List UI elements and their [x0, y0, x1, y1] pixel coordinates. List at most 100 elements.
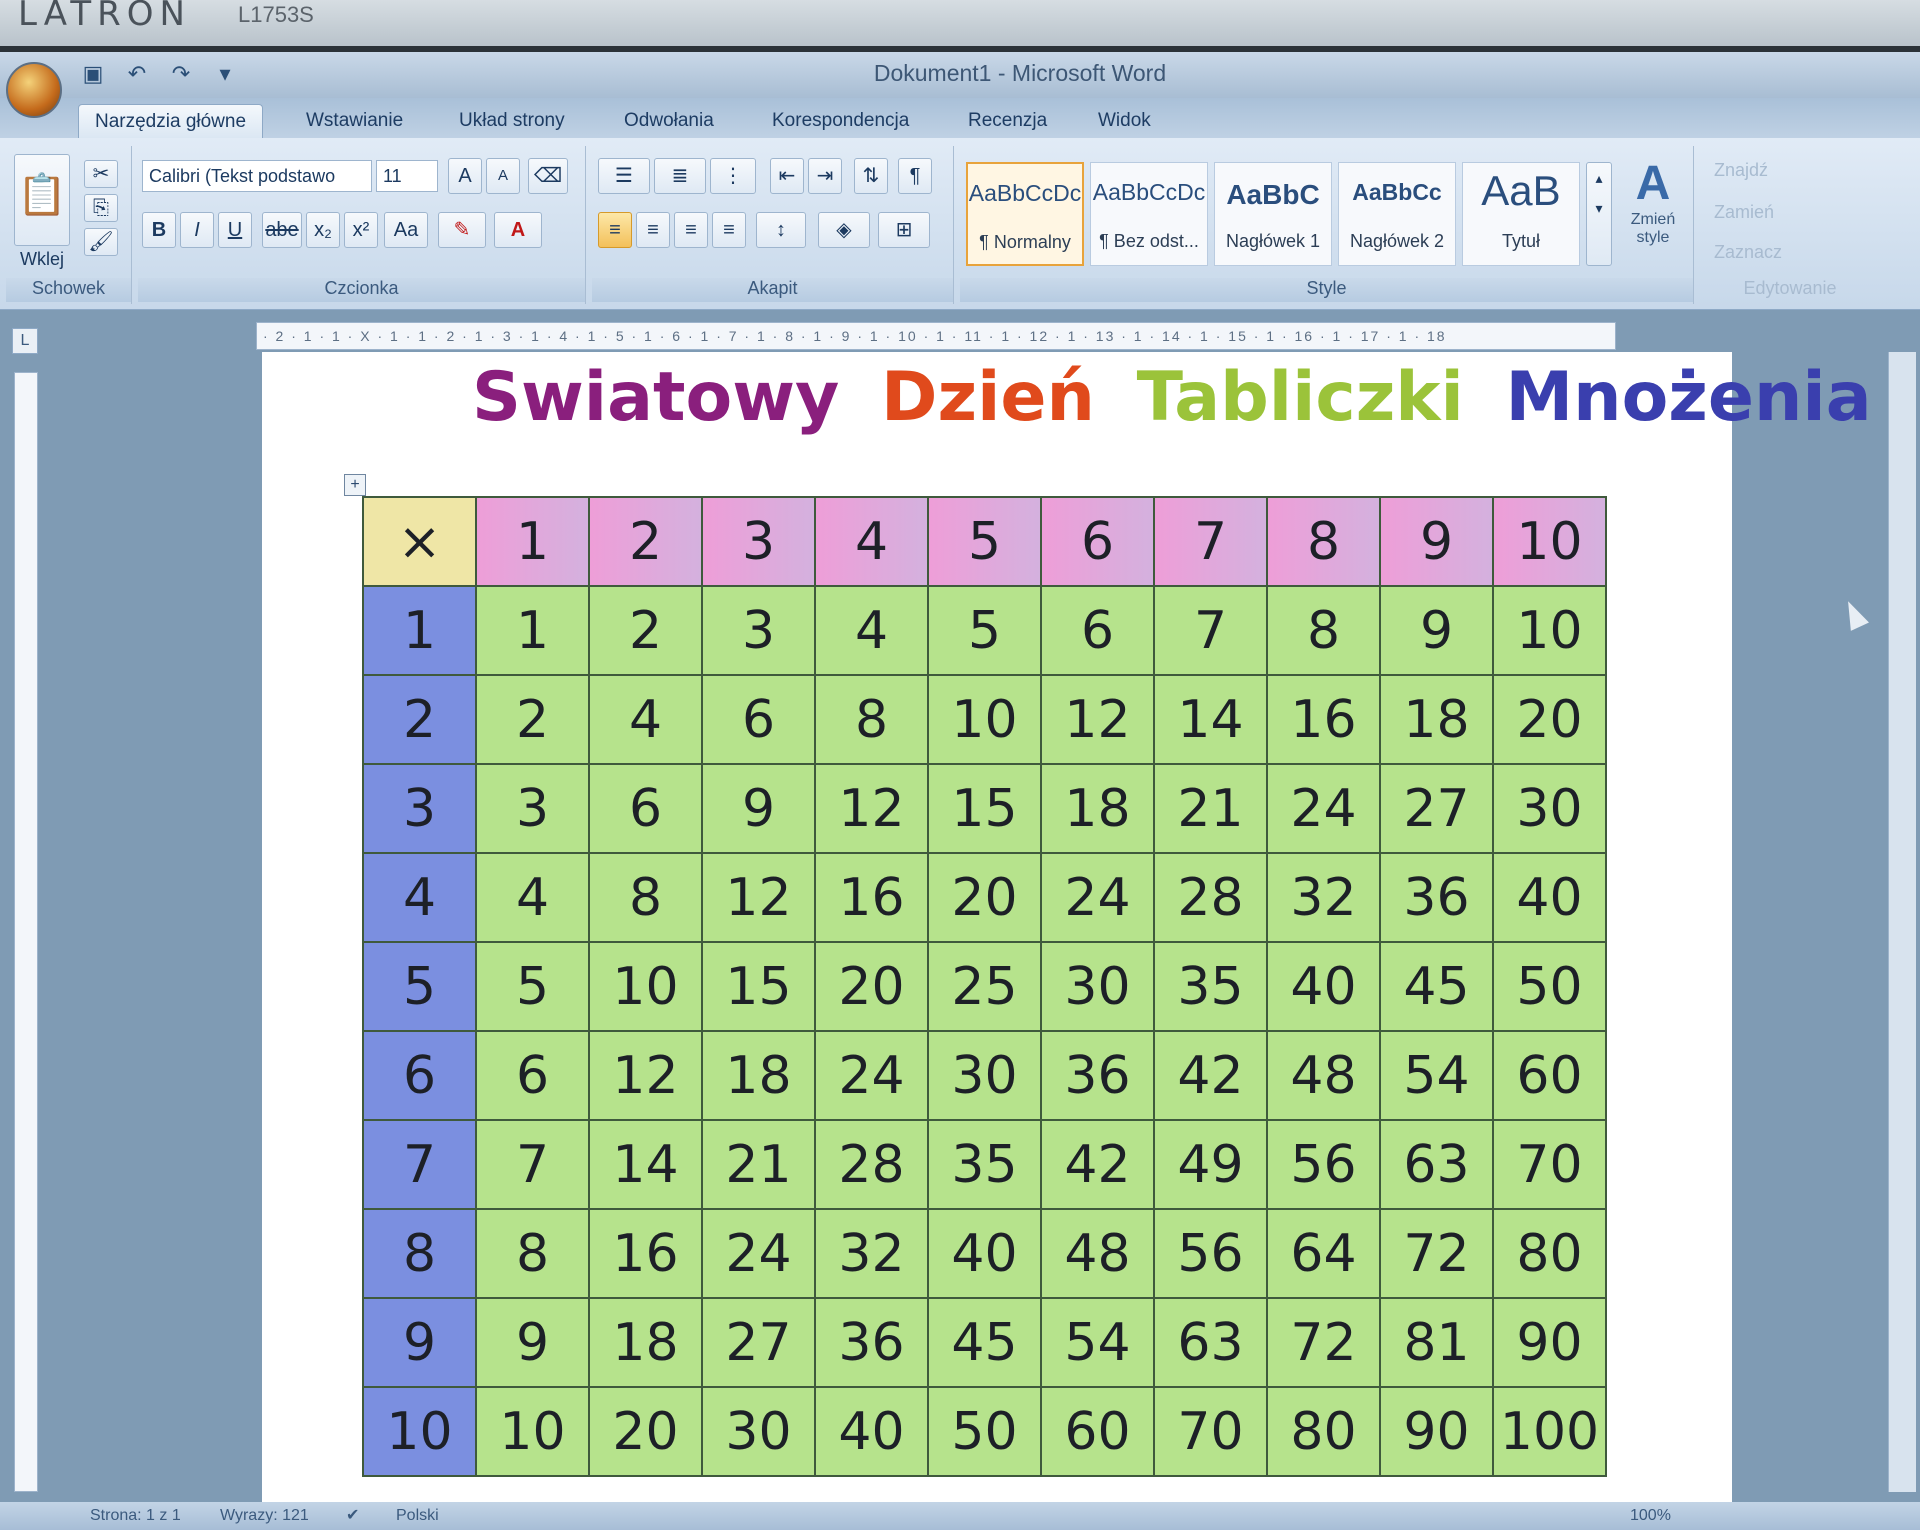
- table-cell[interactable]: 64: [1266, 1208, 1381, 1299]
- zoom-level[interactable]: 100%: [1630, 1502, 1671, 1530]
- table-column-header[interactable]: 6: [1040, 496, 1155, 587]
- change-styles-button[interactable]: A Zmień style: [1618, 156, 1688, 247]
- table-cell[interactable]: 54: [1379, 1030, 1494, 1121]
- table-cell[interactable]: 7: [1153, 585, 1268, 676]
- table-cell[interactable]: 72: [1266, 1297, 1381, 1388]
- table-column-header[interactable]: 10: [1492, 496, 1607, 587]
- shading-icon[interactable]: ◈: [818, 212, 870, 248]
- align-left-icon[interactable]: ≡: [598, 212, 632, 248]
- align-right-icon[interactable]: ≡: [674, 212, 708, 248]
- table-cell[interactable]: 70: [1492, 1119, 1607, 1210]
- status-page[interactable]: Strona: 1 z 1: [90, 1502, 181, 1530]
- table-cell[interactable]: 8: [475, 1208, 590, 1299]
- table-cell[interactable]: 40: [927, 1208, 1042, 1299]
- table-cell[interactable]: 4: [588, 674, 703, 765]
- table-cell[interactable]: 27: [701, 1297, 816, 1388]
- table-cell[interactable]: 63: [1379, 1119, 1494, 1210]
- table-cell[interactable]: 49: [1153, 1119, 1268, 1210]
- line-spacing-icon[interactable]: ↕: [756, 212, 806, 248]
- table-cell[interactable]: 18: [588, 1297, 703, 1388]
- table-cell[interactable]: 80: [1266, 1386, 1381, 1477]
- table-cell[interactable]: 16: [814, 852, 929, 943]
- style-no-spacing[interactable]: AaBbCcDc ¶ Bez odst...: [1090, 162, 1208, 266]
- table-cell[interactable]: 4: [814, 585, 929, 676]
- office-button[interactable]: [6, 62, 62, 118]
- subscript-button[interactable]: x₂: [306, 212, 340, 248]
- table-cell[interactable]: 8: [588, 852, 703, 943]
- italic-button[interactable]: I: [180, 212, 214, 248]
- table-cell[interactable]: 9: [475, 1297, 590, 1388]
- table-cell[interactable]: 90: [1492, 1297, 1607, 1388]
- table-cell[interactable]: 63: [1153, 1297, 1268, 1388]
- table-cell[interactable]: 35: [1153, 941, 1268, 1032]
- table-move-handle[interactable]: +: [344, 474, 366, 496]
- status-words[interactable]: Wyrazy: 121: [220, 1502, 309, 1530]
- table-cell[interactable]: 40: [814, 1386, 929, 1477]
- table-column-header[interactable]: 9: [1379, 496, 1494, 587]
- table-column-header[interactable]: 2: [588, 496, 703, 587]
- table-row-header[interactable]: 10: [362, 1386, 477, 1477]
- bullets-icon[interactable]: ☰: [598, 158, 650, 194]
- table-cell[interactable]: 6: [701, 674, 816, 765]
- table-cell[interactable]: 60: [1040, 1386, 1155, 1477]
- table-cell[interactable]: 36: [1040, 1030, 1155, 1121]
- replace-button[interactable]: Zamień: [1714, 202, 1774, 223]
- table-cell[interactable]: 24: [814, 1030, 929, 1121]
- style-heading-1[interactable]: AaBbC Nagłówek 1: [1214, 162, 1332, 266]
- table-cell[interactable]: 48: [1266, 1030, 1381, 1121]
- tab-review[interactable]: Recenzja: [952, 104, 1063, 138]
- table-cell[interactable]: 1: [475, 585, 590, 676]
- table-cell[interactable]: 12: [814, 763, 929, 854]
- table-cell[interactable]: 20: [814, 941, 929, 1032]
- table-cell[interactable]: 36: [814, 1297, 929, 1388]
- table-cell[interactable]: 24: [1040, 852, 1155, 943]
- table-cell[interactable]: 14: [1153, 674, 1268, 765]
- copy-icon[interactable]: ⎘: [84, 194, 118, 222]
- font-name-select[interactable]: Calibri (Tekst podstawo: [142, 160, 372, 192]
- format-painter-icon[interactable]: 🖌: [84, 228, 118, 256]
- style-title[interactable]: AaB Tytuł: [1462, 162, 1580, 266]
- highlight-color-icon[interactable]: ✎: [438, 212, 486, 248]
- table-cell[interactable]: 56: [1153, 1208, 1268, 1299]
- table-cell[interactable]: 50: [1492, 941, 1607, 1032]
- paste-icon[interactable]: 📋: [14, 154, 70, 246]
- table-column-header[interactable]: 7: [1153, 496, 1268, 587]
- table-row-header[interactable]: 8: [362, 1208, 477, 1299]
- table-cell[interactable]: 54: [1040, 1297, 1155, 1388]
- table-cell[interactable]: 12: [1040, 674, 1155, 765]
- sort-icon[interactable]: ⇅: [854, 158, 888, 194]
- table-cell[interactable]: 72: [1379, 1208, 1494, 1299]
- table-cell[interactable]: 21: [1153, 763, 1268, 854]
- table-cell[interactable]: 10: [1492, 585, 1607, 676]
- table-cell[interactable]: 15: [701, 941, 816, 1032]
- table-cell[interactable]: 16: [1266, 674, 1381, 765]
- table-cell[interactable]: 27: [1379, 763, 1494, 854]
- table-row-header[interactable]: 7: [362, 1119, 477, 1210]
- table-cell[interactable]: 21: [701, 1119, 816, 1210]
- styles-scroll-icon[interactable]: ▴ ▾: [1586, 162, 1612, 266]
- table-cell[interactable]: 80: [1492, 1208, 1607, 1299]
- table-cell[interactable]: 48: [1040, 1208, 1155, 1299]
- table-cell[interactable]: 56: [1266, 1119, 1381, 1210]
- tab-view[interactable]: Widok: [1082, 104, 1167, 138]
- table-cell[interactable]: 100: [1492, 1386, 1607, 1477]
- table-cell[interactable]: 9: [701, 763, 816, 854]
- table-cell[interactable]: 12: [701, 852, 816, 943]
- table-cell[interactable]: 30: [927, 1030, 1042, 1121]
- style-normal[interactable]: AaBbCcDc ¶ Normalny: [966, 162, 1084, 266]
- table-cell[interactable]: 16: [588, 1208, 703, 1299]
- paste-button[interactable]: Wklej: [14, 246, 70, 272]
- table-cell[interactable]: 32: [814, 1208, 929, 1299]
- table-corner-cell[interactable]: ×: [362, 496, 477, 587]
- cut-icon[interactable]: ✂: [84, 160, 118, 188]
- vertical-ruler[interactable]: [14, 372, 38, 1492]
- table-cell[interactable]: 18: [1040, 763, 1155, 854]
- table-column-header[interactable]: 4: [814, 496, 929, 587]
- table-cell[interactable]: 28: [814, 1119, 929, 1210]
- table-cell[interactable]: 18: [701, 1030, 816, 1121]
- table-cell[interactable]: 28: [1153, 852, 1268, 943]
- table-cell[interactable]: 20: [588, 1386, 703, 1477]
- spell-check-icon[interactable]: ✔: [346, 1502, 359, 1530]
- table-cell[interactable]: 2: [588, 585, 703, 676]
- horizontal-ruler[interactable]: · 2 · 1 · 1 · X · 1 · 1 · 2 · 1 · 3 · 1 …: [256, 322, 1616, 350]
